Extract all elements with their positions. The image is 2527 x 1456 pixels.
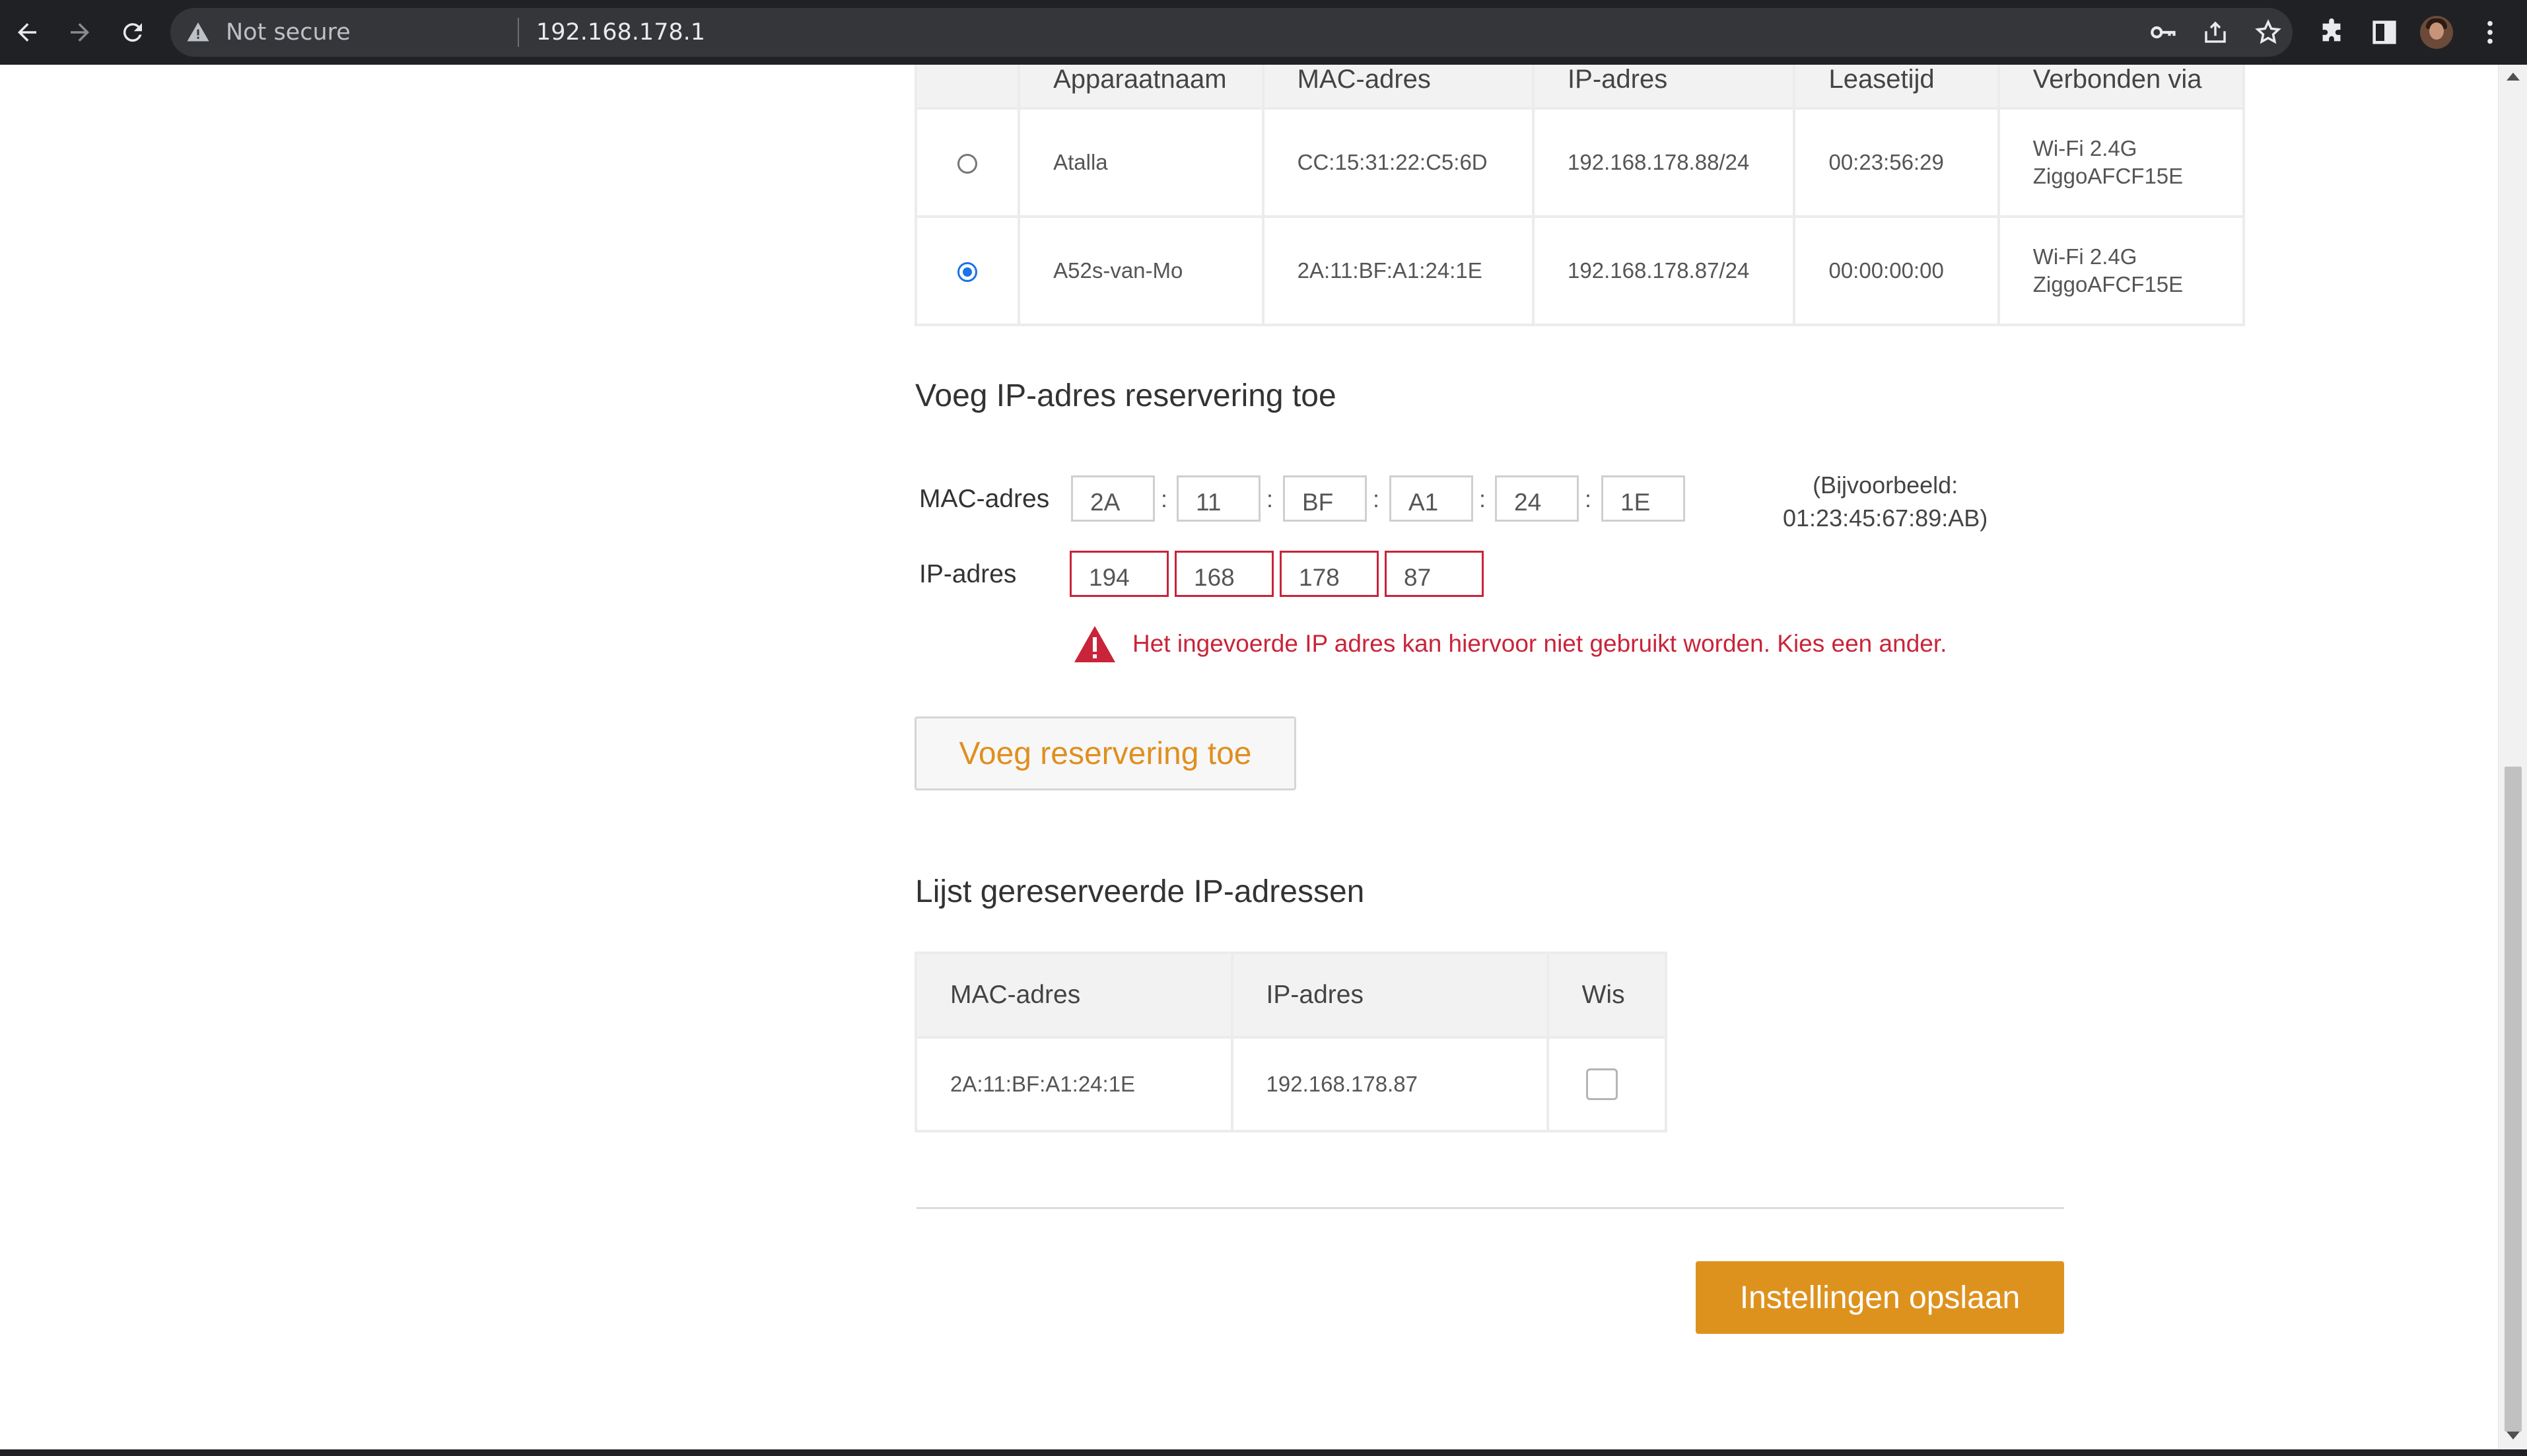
device-connected-via: Wi-Fi 2.4G ZiggoAFCF15E — [1997, 107, 2246, 218]
mac-octet-1-input[interactable] — [1071, 475, 1155, 522]
mac-octet-3-input[interactable] — [1283, 475, 1367, 522]
connection-ssid: ZiggoAFCF15E — [2032, 164, 2184, 188]
column-header-select — [914, 65, 1021, 110]
table-header-row: MAC-adres IP-adres Wis — [915, 952, 1668, 1039]
mac-octet-4-input[interactable] — [1389, 475, 1473, 522]
mac-separator: : — [1585, 485, 1592, 512]
mac-octet-2-input[interactable] — [1177, 475, 1261, 522]
reserved-mac: 2A:11:BF:A1:24:1E — [915, 1036, 1233, 1132]
url-text[interactable]: 192.168.178.1 — [536, 19, 705, 46]
mac-separator: : — [1161, 485, 1168, 512]
connection-band: Wi-Fi 2.4G — [2032, 244, 2137, 269]
add-reservation-heading: Voeg IP-adres reservering toe — [915, 378, 1336, 413]
mac-example-line2: 01:23:45:67:89:AB) — [1783, 504, 1988, 532]
device-radio-button[interactable] — [957, 262, 978, 283]
reserved-addresses-table: MAC-adres IP-adres Wis 2A:11:BF:A1:24:1E… — [915, 952, 1668, 1132]
device-select-cell[interactable] — [914, 107, 1021, 218]
mac-separator: : — [1266, 485, 1274, 512]
error-triangle-icon — [1074, 626, 1115, 662]
profile-avatar[interactable] — [2420, 16, 2453, 49]
mac-address-label: MAC-adres — [919, 485, 1050, 513]
puzzle-extension-icon[interactable] — [2316, 17, 2347, 48]
device-ip: 192.168.178.88/24 — [1532, 107, 1796, 218]
vertical-scrollbar[interactable] — [2498, 65, 2527, 1449]
more-vert-icon[interactable] — [2475, 17, 2505, 48]
window-bottom-edge — [0, 1449, 2527, 1456]
warning-triangle-icon[interactable] — [186, 20, 210, 44]
device-lease: 00:00:00:00 — [1793, 215, 2000, 326]
reserved-ip: 192.168.178.87 — [1230, 1036, 1549, 1132]
column-header-ip: IP-adres — [1230, 952, 1549, 1039]
share-icon[interactable] — [2201, 18, 2229, 46]
column-header-mac: MAC-adres — [915, 952, 1233, 1039]
column-header-lease: Leasetijd — [1793, 65, 2000, 110]
mac-separator: : — [1373, 485, 1380, 512]
scroll-down-arrow-icon[interactable] — [2507, 1432, 2520, 1439]
ip-octet-3-input[interactable] — [1280, 551, 1379, 597]
reserved-list-heading: Lijst gereserveerde IP-adressen — [915, 874, 1365, 909]
column-header-delete: Wis — [1546, 952, 1668, 1039]
delete-cell[interactable] — [1546, 1036, 1668, 1132]
device-select-cell[interactable] — [914, 215, 1021, 326]
device-connected-via: Wi-Fi 2.4G ZiggoAFCF15E — [1997, 215, 2246, 326]
mac-octet-6-input[interactable] — [1601, 475, 1685, 522]
column-header-mac: MAC-adres — [1261, 65, 1535, 110]
key-icon[interactable] — [2149, 18, 2176, 46]
table-header-row: Apparaatnaam MAC-adres IP-adres Leasetij… — [914, 65, 2246, 110]
ip-octet-4-input[interactable] — [1385, 551, 1484, 597]
device-mac: 2A:11:BF:A1:24:1E — [1261, 215, 1535, 326]
connection-ssid: ZiggoAFCF15E — [2032, 272, 2184, 296]
reload-icon[interactable] — [114, 13, 152, 52]
column-header-ip: IP-adres — [1532, 65, 1796, 110]
scrollbar-thumb[interactable] — [2505, 767, 2522, 1432]
mac-example-hint: (Bijvoorbeeld: 01:23:45:67:89:AB) — [1783, 469, 1988, 535]
mac-octet-5-input[interactable] — [1495, 475, 1579, 522]
device-ip: 192.168.178.87/24 — [1532, 215, 1796, 326]
table-row[interactable]: Atalla CC:15:31:22:C5:6D 192.168.178.88/… — [914, 107, 2246, 218]
error-text: Het ingevoerde IP adres kan hiervoor nie… — [1132, 630, 1947, 657]
ip-octet-2-input[interactable] — [1175, 551, 1274, 597]
device-radio-button[interactable] — [957, 154, 978, 174]
section-divider — [917, 1207, 2064, 1209]
mac-separator: : — [1479, 485, 1486, 512]
security-status[interactable]: Not secure — [226, 19, 351, 46]
device-name: Atalla — [1018, 107, 1264, 218]
delete-checkbox[interactable] — [1585, 1068, 1618, 1100]
browser-toolbar: Not secure 192.168.178.1 — [0, 0, 2527, 65]
forward-arrow-icon[interactable] — [61, 13, 99, 52]
side-panel-icon[interactable] — [2369, 17, 2400, 48]
add-reservation-button[interactable]: Voeg reservering toe — [915, 716, 1296, 790]
divider — [518, 18, 519, 47]
connected-devices-table: Apparaatnaam MAC-adres IP-adres Leasetij… — [914, 65, 2246, 326]
star-icon[interactable] — [2254, 18, 2282, 46]
device-lease: 00:23:56:29 — [1793, 107, 2000, 218]
save-settings-button[interactable]: Instellingen opslaan — [1696, 1261, 2064, 1334]
back-arrow-icon[interactable] — [8, 13, 46, 52]
table-row[interactable]: A52s-van-Mo 2A:11:BF:A1:24:1E 192.168.17… — [914, 215, 2246, 326]
page-content: Apparaatnaam MAC-adres IP-adres Leasetij… — [0, 65, 2498, 1449]
mac-example-line1: (Bijvoorbeeld: — [1813, 471, 1958, 499]
device-mac: CC:15:31:22:C5:6D — [1261, 107, 1535, 218]
device-name: A52s-van-Mo — [1018, 215, 1264, 326]
column-header-device-name: Apparaatnaam — [1018, 65, 1264, 110]
column-header-connected-via: Verbonden via — [1997, 65, 2246, 110]
address-bar[interactable]: Not secure 192.168.178.1 — [170, 8, 2293, 57]
ip-address-label: IP-adres — [919, 560, 1017, 588]
scroll-up-arrow-icon[interactable] — [2507, 73, 2520, 81]
connection-band: Wi-Fi 2.4G — [2032, 136, 2137, 160]
table-row: 2A:11:BF:A1:24:1E 192.168.178.87 — [915, 1036, 1668, 1132]
ip-octet-1-input[interactable] — [1070, 551, 1169, 597]
